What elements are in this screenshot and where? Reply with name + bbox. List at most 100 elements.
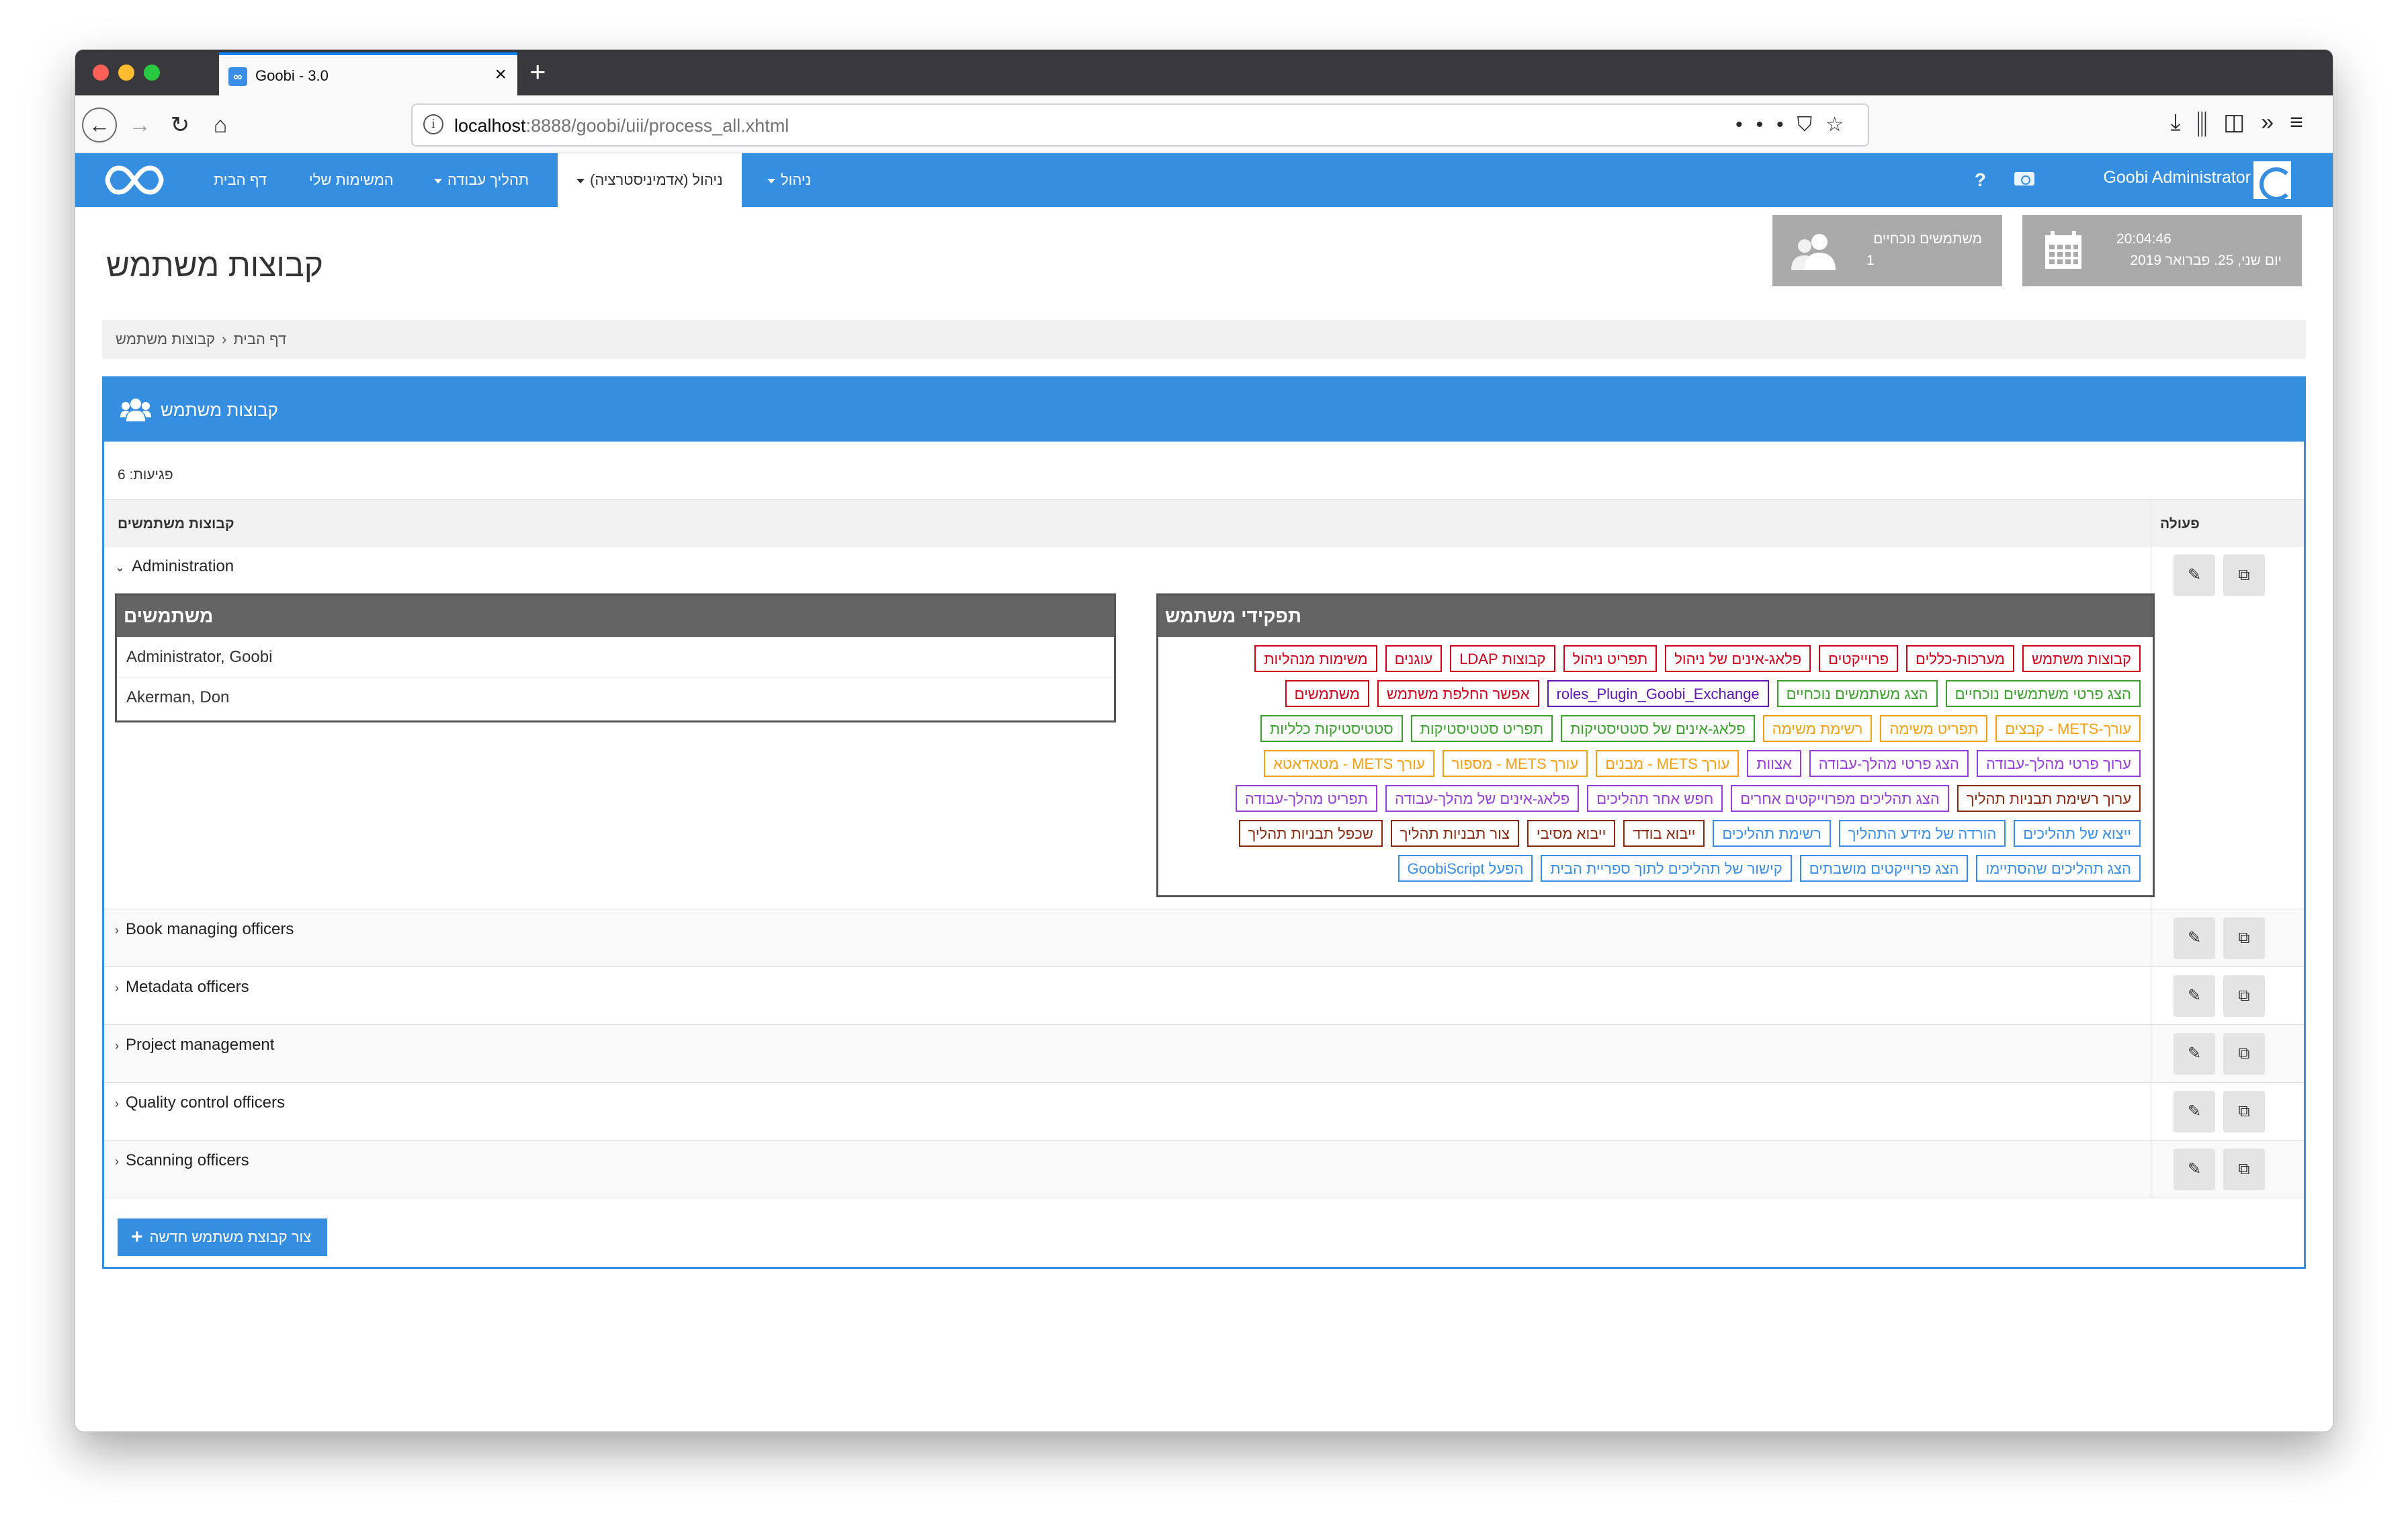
edit-button[interactable]: ✎ xyxy=(2174,1091,2215,1132)
nav-my-tasks[interactable]: המשימות שלי xyxy=(309,153,394,207)
tab-strip: ∞ Goobi - 3.0 × + xyxy=(75,50,2333,95)
role-tag: הורדה של מידע התהליך xyxy=(1838,820,2006,847)
duplicate-button[interactable]: ⧉ xyxy=(2223,554,2265,596)
breadcrumb-home[interactable]: דף הבית xyxy=(233,331,286,347)
column-header-groups[interactable]: קבוצות משתמשים xyxy=(118,516,234,532)
role-tag: ערוך רשימת תבניות תהליך xyxy=(1956,785,2141,812)
create-user-group-button[interactable]: + צור קבוצת משתמש חדשה xyxy=(118,1218,327,1256)
role-tag: שכפל תבניות תהליך xyxy=(1238,820,1383,847)
group-toggle[interactable]: › Book managing officers xyxy=(115,920,294,939)
minimize-window-button[interactable] xyxy=(118,65,134,81)
current-users-box[interactable]: משתמשים נוכחיים 1 xyxy=(1772,215,2002,286)
nav-management[interactable]: ניהול xyxy=(767,153,811,207)
breadcrumb: דף הבית ‹ קבוצות משתמש xyxy=(102,320,2306,359)
bookmark-star-icon[interactable]: ☆ xyxy=(1825,114,1857,136)
role-tag: קבוצות משתמש xyxy=(2022,645,2141,672)
date-box: 20:04:46 יום שני, 25. פברואר 2019 xyxy=(2022,215,2302,286)
role-tag: סטטיסטיקות כלליות xyxy=(1260,715,1403,742)
browser-tab[interactable]: ∞ Goobi - 3.0 × xyxy=(219,52,517,95)
role-tag: פרוייקטים xyxy=(1819,645,1899,672)
group-toggle[interactable]: › Project management xyxy=(115,1036,274,1054)
site-info-icon[interactable]: i xyxy=(423,114,443,134)
edit-button[interactable]: ✎ xyxy=(2174,917,2215,959)
duplicate-button[interactable]: ⧉ xyxy=(2223,917,2265,959)
edit-button[interactable]: ✎ xyxy=(2174,1033,2215,1075)
user-groups-panel: קבוצות משתמש פגיעות: 6 קבוצות משתמשים פע… xyxy=(102,376,2306,1269)
role-tag: אפשר החלפת משתמש xyxy=(1377,680,1539,707)
role-tag: אצוות xyxy=(1747,750,1801,777)
home-button[interactable]: ⌂ xyxy=(203,108,238,142)
close-window-button[interactable] xyxy=(93,65,109,81)
table-row: › Book managing officers ✎ ⧉ xyxy=(104,909,2304,967)
table-row: ⌄ Administration ✎ ⧉ משתמשים Administrato… xyxy=(104,546,2304,909)
overflow-icon[interactable]: » xyxy=(2261,110,2290,135)
reload-button[interactable]: ↻ xyxy=(163,108,198,142)
toolbar-right: ⤓⫼◫»≡ xyxy=(2171,109,2320,136)
role-tag: תפריט סטטיסטיקות xyxy=(1410,715,1553,742)
role-tag: עורך-METS - קבצים xyxy=(1995,715,2141,742)
pocket-icon[interactable]: ⛉ xyxy=(1797,114,1826,136)
edit-button[interactable]: ✎ xyxy=(2174,554,2215,596)
user-name[interactable]: Goobi Administrator xyxy=(2103,168,2251,188)
roles-box-title: תפקידי משתמש xyxy=(1158,595,2153,637)
language-flag-icon[interactable] xyxy=(2014,172,2034,185)
chevron-right-icon: › xyxy=(115,1097,119,1110)
group-toggle[interactable]: › Metadata officers xyxy=(115,978,249,997)
chevron-right-icon: › xyxy=(115,1039,119,1052)
role-tag: קבוצות LDAP xyxy=(1450,645,1555,672)
url-bar[interactable]: i localhost:8888/goobi/uii/process_all.x… xyxy=(411,104,1869,147)
roles-list: קבוצות משתמש מערכות-כללים פרוייקטים פלאג-אי… xyxy=(1158,637,2153,890)
table-row: › Project management ✎ ⧉ xyxy=(104,1025,2304,1083)
role-tag: עוגנים xyxy=(1385,645,1443,672)
avatar[interactable] xyxy=(2253,161,2293,201)
page-actions-icon[interactable]: ••• xyxy=(1735,114,1797,136)
plus-icon: + xyxy=(131,1226,143,1248)
users-box: משתמשים Administrator, Goobi Akerman, Do… xyxy=(115,593,1116,722)
help-icon[interactable]: ? xyxy=(1975,169,1986,191)
browser-window: ∞ Goobi - 3.0 × + ← → ↻ ⌂ i localhost:88… xyxy=(75,50,2333,1432)
list-item: Administrator, Goobi xyxy=(117,637,1114,677)
forward-button[interactable]: → xyxy=(122,108,157,142)
chevron-down-icon xyxy=(434,178,442,183)
new-tab-button[interactable]: + xyxy=(529,55,546,89)
role-tag: ערוך פרטי מהלך-עבודה xyxy=(1976,750,2141,777)
library-icon[interactable]: ⫼ xyxy=(2197,110,2224,135)
role-tag: הצג תהליכים מפרוייקטים אחרים xyxy=(1731,785,1949,812)
url-text[interactable]: localhost:8888/goobi/uii/process_all.xht… xyxy=(454,116,789,136)
group-toggle[interactable]: ⌄ Administration xyxy=(115,557,234,576)
nav-workflow[interactable]: תהליך עבודה xyxy=(434,153,529,207)
chevron-right-icon: › xyxy=(115,1155,119,1168)
edit-button[interactable]: ✎ xyxy=(2174,1149,2215,1190)
roles-box: תפקידי משתמש קבוצות משתמש מערכות-כללים פרו… xyxy=(1156,593,2155,897)
breadcrumb-separator: ‹ xyxy=(221,331,227,347)
menu-icon[interactable]: ≡ xyxy=(2290,110,2319,135)
role-tag: הצג משתמשים נוכחיים xyxy=(1776,680,1938,707)
role-tag: תפריט משימה xyxy=(1880,715,1988,742)
nav-home[interactable]: דף הבית xyxy=(214,153,267,207)
sidebar-icon[interactable]: ◫ xyxy=(2223,110,2261,135)
maximize-window-button[interactable] xyxy=(144,65,160,81)
group-toggle[interactable]: › Scanning officers xyxy=(115,1151,249,1170)
role-tag: צור תבניות תהליך xyxy=(1390,820,1519,847)
list-item: Akerman, Don xyxy=(126,688,230,706)
duplicate-button[interactable]: ⧉ xyxy=(2223,1091,2265,1132)
tab-close-icon[interactable]: × xyxy=(494,63,507,86)
back-button[interactable]: ← xyxy=(82,108,117,142)
duplicate-button[interactable]: ⧉ xyxy=(2223,1033,2265,1075)
current-users-count: 1 xyxy=(1866,253,1875,268)
tab-title: Goobi - 3.0 xyxy=(255,67,329,84)
table-row: › Quality control officers ✎ ⧉ xyxy=(104,1083,2304,1141)
duplicate-button[interactable]: ⧉ xyxy=(2223,975,2265,1017)
goobi-logo-icon[interactable] xyxy=(103,163,165,198)
role-tag: ייבוא מסיבי xyxy=(1526,820,1616,847)
table-row: › Scanning officers ✎ ⧉ xyxy=(104,1141,2304,1198)
duplicate-button[interactable]: ⧉ xyxy=(2223,1149,2265,1190)
role-tag: ייבוא בודד xyxy=(1623,820,1705,847)
download-icon[interactable]: ⤓ xyxy=(2171,110,2197,135)
panel-title: קבוצות משתמש xyxy=(161,400,278,420)
group-toggle[interactable]: › Quality control officers xyxy=(115,1093,285,1112)
nav-admin[interactable]: ניהול (אדמיניסטרציה) xyxy=(558,153,742,207)
current-users-title: משתמשים נוכחיים xyxy=(1873,231,1982,247)
role-tag: הצג פרטי מהלך-עבודה xyxy=(1809,750,1969,777)
edit-button[interactable]: ✎ xyxy=(2174,975,2215,1017)
